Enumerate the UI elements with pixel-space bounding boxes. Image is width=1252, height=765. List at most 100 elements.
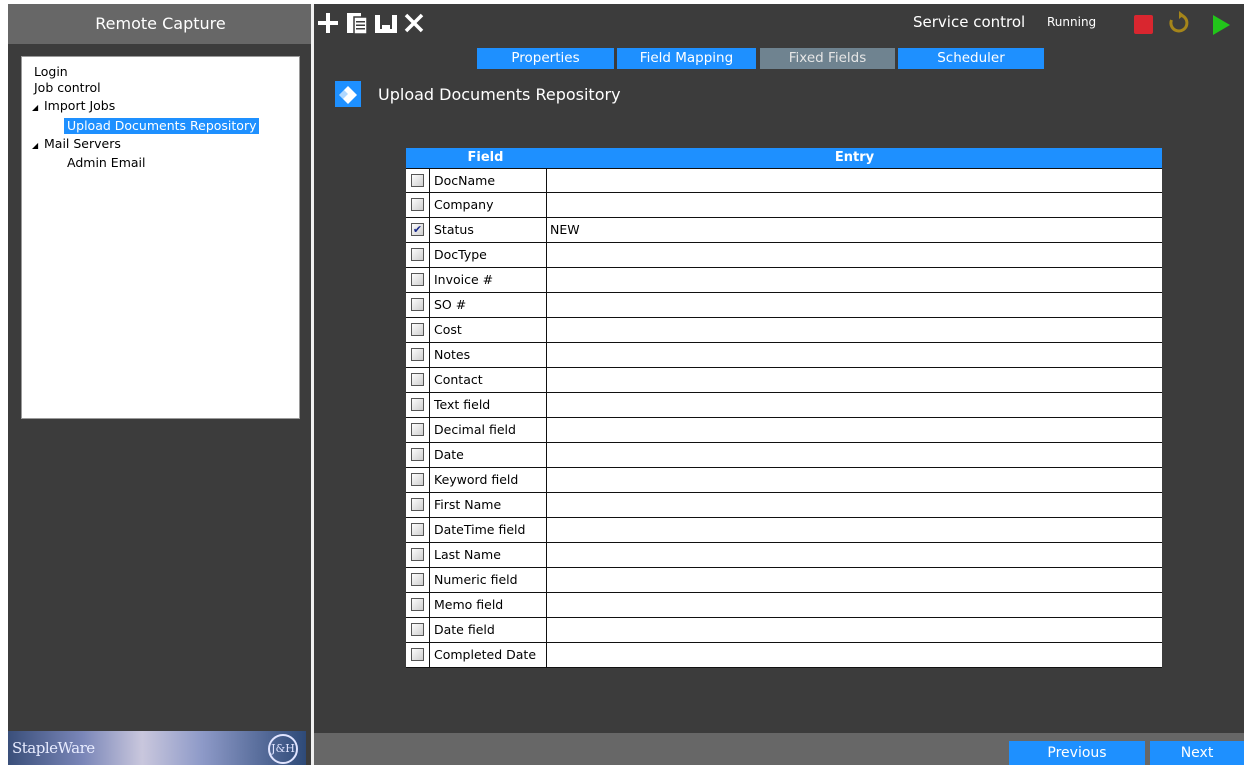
row-checkbox[interactable] — [411, 473, 424, 486]
table-row[interactable]: Text field — [406, 393, 1162, 418]
table-row[interactable]: DocName — [406, 168, 1162, 193]
table-row[interactable]: Last Name — [406, 543, 1162, 568]
row-checkbox[interactable] — [411, 298, 424, 311]
table-row[interactable]: First Name — [406, 493, 1162, 518]
tree-item[interactable]: ◢ Mail Servers — [32, 136, 121, 152]
row-checkbox[interactable] — [411, 398, 424, 411]
row-checkbox[interactable] — [411, 623, 424, 636]
row-checkbox[interactable] — [411, 248, 424, 261]
field-name-cell: Contact — [429, 368, 547, 392]
row-checkbox[interactable] — [411, 573, 424, 586]
table-row[interactable]: Invoice # — [406, 268, 1162, 293]
table-row[interactable]: DateTime field — [406, 518, 1162, 543]
entry-cell[interactable] — [547, 243, 1160, 267]
close-icon[interactable] — [400, 8, 428, 38]
table-row[interactable]: DocType — [406, 243, 1162, 268]
play-icon[interactable] — [1213, 15, 1230, 35]
tree-item-label: Login — [34, 64, 68, 79]
fixed-fields-grid: Field Entry DocName Company ✔ Status NEW DocT… — [406, 148, 1162, 668]
field-name-cell: DocType — [429, 243, 547, 267]
field-name-cell: Text field — [429, 393, 547, 417]
entry-cell[interactable] — [547, 443, 1160, 467]
entry-cell[interactable] — [547, 393, 1160, 417]
tree-item-label: Upload Documents Repository — [67, 118, 257, 133]
entry-cell[interactable] — [547, 468, 1160, 492]
entry-cell[interactable] — [547, 418, 1160, 442]
row-checkbox[interactable] — [411, 498, 424, 511]
expand-arrow-icon[interactable]: ◢ — [32, 100, 44, 116]
clipboard-icon[interactable] — [343, 8, 371, 38]
field-name-cell: First Name — [429, 493, 547, 517]
entry-cell[interactable] — [547, 568, 1160, 592]
table-row[interactable]: ✔ Status NEW — [406, 218, 1162, 243]
entry-cell[interactable]: NEW — [547, 218, 1160, 242]
tab-field-mapping[interactable]: Field Mapping — [617, 48, 756, 69]
table-row[interactable]: Contact — [406, 368, 1162, 393]
entry-cell[interactable] — [547, 643, 1160, 667]
row-checkbox[interactable] — [411, 448, 424, 461]
table-row[interactable]: Cost — [406, 318, 1162, 343]
row-checkbox[interactable] — [411, 174, 424, 187]
entry-cell[interactable] — [547, 493, 1160, 517]
row-checkbox[interactable] — [411, 323, 424, 336]
tab-fixed-fields[interactable]: Fixed Fields — [760, 48, 895, 69]
table-row[interactable]: Notes — [406, 343, 1162, 368]
tree-item[interactable]: Login — [34, 64, 68, 80]
entry-cell[interactable] — [547, 343, 1160, 367]
row-checkbox[interactable] — [411, 348, 424, 361]
row-checkbox[interactable] — [411, 548, 424, 561]
table-row[interactable]: Keyword field — [406, 468, 1162, 493]
tree-item[interactable]: Admin Email — [67, 155, 146, 171]
field-name-cell: Cost — [429, 318, 547, 342]
row-checkbox[interactable] — [411, 523, 424, 536]
row-checkbox[interactable]: ✔ — [411, 223, 424, 236]
tree-item[interactable]: Upload Documents Repository — [64, 118, 260, 134]
table-row[interactable]: SO # — [406, 293, 1162, 318]
entry-cell[interactable] — [547, 368, 1160, 392]
app-title: Remote Capture — [8, 4, 313, 44]
row-checkbox[interactable] — [411, 598, 424, 611]
entry-cell[interactable] — [547, 268, 1160, 292]
next-button[interactable]: Next — [1150, 741, 1244, 765]
table-row[interactable]: Date field — [406, 618, 1162, 643]
save-icon[interactable] — [372, 8, 400, 38]
entry-cell[interactable] — [547, 518, 1160, 542]
field-name-cell: SO # — [429, 293, 547, 317]
tree-item-label: Admin Email — [67, 155, 146, 170]
tab-properties[interactable]: Properties — [477, 48, 614, 69]
table-row[interactable]: Date — [406, 443, 1162, 468]
column-header-entry[interactable]: Entry — [547, 148, 1162, 168]
stop-icon[interactable] — [1134, 15, 1153, 34]
previous-button[interactable]: Previous — [1009, 741, 1145, 765]
table-row[interactable]: Company — [406, 193, 1162, 218]
plus-icon[interactable] — [314, 8, 342, 38]
table-row[interactable]: Completed Date — [406, 643, 1162, 668]
table-row[interactable]: Memo field — [406, 593, 1162, 618]
row-checkbox[interactable] — [411, 198, 424, 211]
entry-cell[interactable] — [547, 169, 1160, 193]
field-name-cell: DateTime field — [429, 518, 547, 542]
tree-item[interactable]: ◢ Import Jobs — [32, 98, 115, 114]
table-row[interactable]: Numeric field — [406, 568, 1162, 593]
row-checkbox[interactable] — [411, 423, 424, 436]
service-status: Running — [1047, 15, 1097, 29]
entry-cell[interactable] — [547, 543, 1160, 567]
entry-cell[interactable] — [547, 293, 1160, 317]
expand-arrow-icon[interactable]: ◢ — [32, 138, 44, 154]
navigation-tree: Login Job control ◢ Import Jobs Upload Docum… — [21, 56, 300, 419]
field-name-cell: Completed Date — [429, 643, 547, 667]
field-name-cell: Date field — [429, 618, 547, 642]
entry-cell[interactable] — [547, 318, 1160, 342]
row-checkbox[interactable] — [411, 373, 424, 386]
table-row[interactable]: Decimal field — [406, 418, 1162, 443]
entry-cell[interactable] — [547, 193, 1160, 217]
tab-scheduler[interactable]: Scheduler — [898, 48, 1044, 69]
row-checkbox[interactable] — [411, 648, 424, 661]
entry-cell[interactable] — [547, 618, 1160, 642]
tree-item[interactable]: Job control — [34, 80, 101, 96]
entry-cell[interactable] — [547, 593, 1160, 617]
refresh-icon[interactable] — [1166, 10, 1192, 36]
row-checkbox[interactable] — [411, 273, 424, 286]
field-name-cell: Notes — [429, 343, 547, 367]
column-header-field[interactable]: Field — [424, 148, 547, 168]
